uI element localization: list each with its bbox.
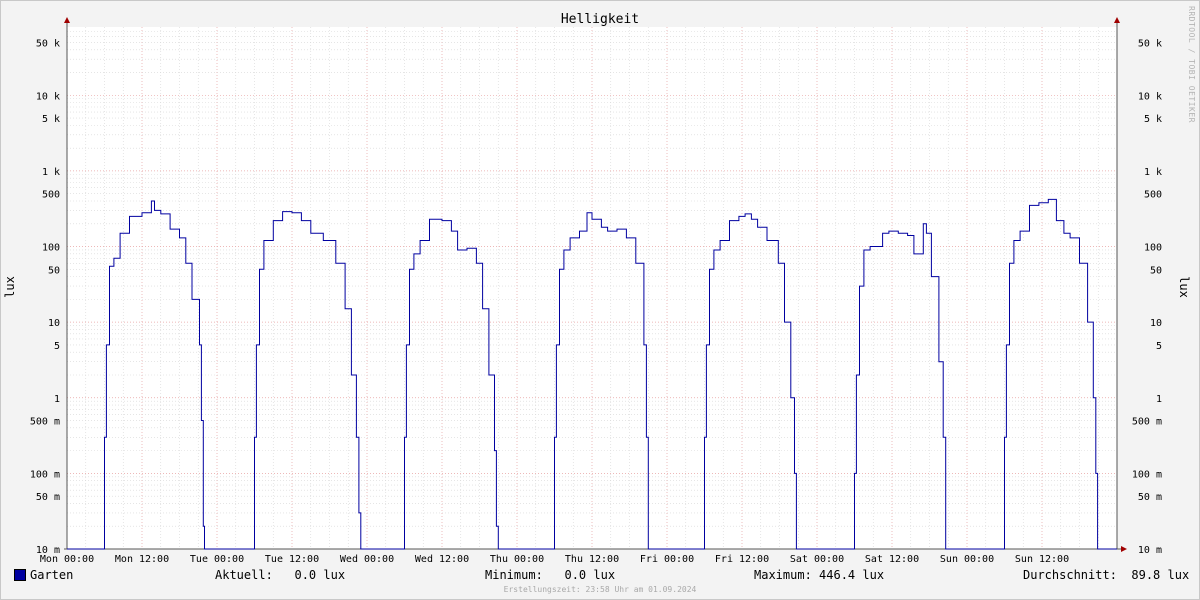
x-tick-label: Sun 12:00 <box>1015 554 1069 565</box>
x-tick-label: Wed 00:00 <box>340 554 394 565</box>
y-tick-label-right: 50 <box>1150 265 1162 276</box>
chart-title: Helligkeit <box>561 12 639 27</box>
legend-maximum: Maximum: 446.4 lux <box>754 568 885 582</box>
y-tick-label-left: 500 <box>42 190 60 201</box>
x-tick-label: Wed 12:00 <box>415 554 469 565</box>
legend-durchschnitt: Durchschnitt: 89.8 lux <box>1023 568 1190 582</box>
y-tick-label-right: 100 m <box>1132 469 1162 480</box>
y-tick-label-left: 1 k <box>42 167 60 178</box>
y-tick-label-left: 50 <box>48 265 60 276</box>
x-tick-label: Fri 00:00 <box>640 554 694 565</box>
x-tick-label: Mon 00:00 <box>40 554 94 565</box>
y-tick-label-left: 500 m <box>30 417 60 428</box>
y-tick-label-left: 5 <box>54 341 60 352</box>
y-tick-label-right: 500 <box>1144 190 1162 201</box>
rrdtool-watermark: RRDTOOL / TOBI OETIKER <box>1187 6 1196 123</box>
x-tick-label: Mon 12:00 <box>115 554 169 565</box>
y-tick-label-left: 100 m <box>30 469 60 480</box>
y-tick-label-left: 5 k <box>42 114 60 125</box>
y-tick-label-right: 500 m <box>1132 417 1162 428</box>
y-tick-label-right: 50 k <box>1138 38 1162 49</box>
legend-aktuell: Aktuell: 0.0 lux <box>215 568 346 582</box>
y-tick-label-left: 50 m <box>36 492 60 503</box>
y-tick-label-left: 10 <box>48 318 60 329</box>
y-tick-label-right: 10 <box>1150 318 1162 329</box>
y-tick-label-left: 1 <box>54 394 60 405</box>
y-tick-label-right: 1 k <box>1144 167 1162 178</box>
legend: Garten Aktuell: 0.0 lux Minimum: 0.0 lux… <box>0 566 1200 584</box>
x-axis-arrow <box>1121 546 1127 552</box>
y-axis-label-right: lux <box>1177 276 1191 298</box>
x-tick-label: Thu 00:00 <box>490 554 544 565</box>
x-tick-label: Tue 12:00 <box>265 554 319 565</box>
chart-canvas: 50 k 50 k 10 k 10 k 5 k 5 k 1 k 1 k 500 500 100 100… <box>3 12 1191 565</box>
y-tick-label-right: 100 <box>1144 243 1162 254</box>
y-tick-label-right: 5 <box>1156 341 1162 352</box>
y-tick-label-right: 10 m <box>1138 545 1162 556</box>
y-axis-arrow-right <box>1114 17 1120 23</box>
x-tick-label: Thu 12:00 <box>565 554 619 565</box>
y-tick-label-left: 100 <box>42 243 60 254</box>
y-tick-label-right: 50 m <box>1138 492 1162 503</box>
legend-swatch-garten <box>14 569 26 581</box>
legend-series-name: Garten <box>30 568 74 582</box>
legend-minimum: Minimum: 0.0 lux <box>485 568 616 582</box>
x-tick-label: Fri 12:00 <box>715 554 769 565</box>
y-tick-label-right: 5 k <box>1144 114 1162 125</box>
y-tick-label-left: 10 k <box>36 91 60 102</box>
x-tick-label: Tue 00:00 <box>190 554 244 565</box>
x-tick-label: Sun 00:00 <box>940 554 994 565</box>
footer-timestamp: Erstellungszeit: 23:58 Uhr am 01.09.2024 <box>503 585 697 594</box>
grid <box>67 27 1117 549</box>
x-tick-label: Sat 12:00 <box>865 554 919 565</box>
y-axis-arrow-left <box>64 17 70 23</box>
x-tick-label: Sat 00:00 <box>790 554 844 565</box>
y-tick-label-right: 1 <box>1156 394 1162 405</box>
y-tick-label-right: 10 k <box>1138 91 1162 102</box>
y-tick-label-left: 50 k <box>36 38 60 49</box>
y-axis-label-left: lux <box>3 276 17 298</box>
